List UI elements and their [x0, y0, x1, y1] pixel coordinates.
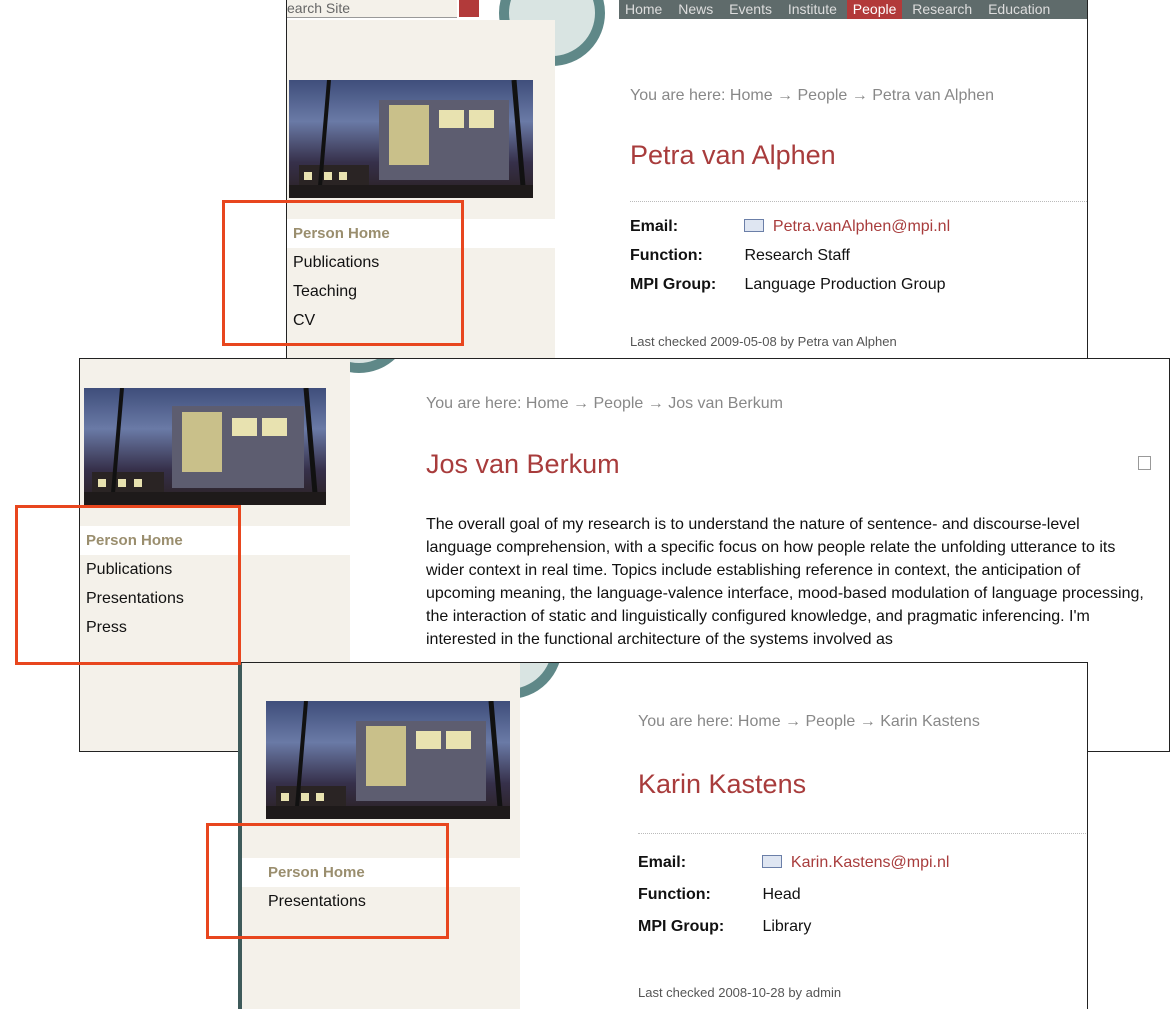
function-label: Function:	[630, 247, 703, 264]
contact-info: Email: Petra.vanAlphen@mpi.nl Function: …	[630, 212, 950, 299]
page-title: Petra van Alphen	[630, 140, 836, 170]
nav-people[interactable]: People	[846, 0, 903, 19]
nav-home[interactable]: Home	[619, 0, 668, 19]
group-label: MPI Group:	[630, 276, 717, 293]
email-row: Email: Karin.Kastens@mpi.nl	[638, 847, 949, 879]
breadcrumb: You are here: Home → People → Petra van …	[630, 87, 995, 104]
breadcrumb: You are here: Home → People → Karin Kast…	[638, 713, 980, 730]
email-label: Email:	[630, 218, 679, 235]
highlight-box-kastens-nav	[206, 823, 449, 939]
highlight-box-berkum-nav	[15, 505, 241, 665]
group-row: MPI Group: Language Production Group	[630, 270, 950, 299]
search-site-input[interactable]: earch Site	[287, 0, 457, 18]
institute-building-photo	[84, 388, 326, 505]
function-value: Head	[762, 886, 801, 903]
group-value: Library	[762, 918, 812, 935]
group-value: Language Production Group	[744, 276, 946, 293]
function-row: Function: Head	[638, 879, 949, 911]
email-label: Email:	[638, 854, 687, 871]
nav-events[interactable]: Events	[723, 0, 778, 19]
divider	[638, 833, 1087, 834]
function-value: Research Staff	[744, 247, 850, 264]
email-row: Email: Petra.vanAlphen@mpi.nl	[630, 212, 950, 241]
email-link[interactable]: Petra.vanAlphen@mpi.nl	[773, 212, 950, 241]
print-icon[interactable]	[1138, 456, 1151, 470]
page-title: Jos van Berkum	[426, 449, 620, 479]
contact-info: Email: Karin.Kastens@mpi.nl Function: He…	[638, 847, 949, 943]
search-button[interactable]	[459, 0, 479, 17]
email-link[interactable]: Karin.Kastens@mpi.nl	[791, 847, 950, 879]
nav-education[interactable]: Education	[982, 0, 1056, 19]
group-label: MPI Group:	[638, 918, 725, 935]
nav-institute[interactable]: Institute	[782, 0, 843, 19]
function-row: Function: Research Staff	[630, 241, 950, 270]
highlight-box-alphen-nav	[222, 200, 464, 346]
group-row: MPI Group: Library	[638, 911, 949, 943]
nav-news[interactable]: News	[672, 0, 719, 19]
institute-building-photo	[289, 80, 533, 198]
breadcrumb: You are here: Home → People → Jos van Be…	[426, 395, 783, 412]
mail-icon	[744, 219, 765, 232]
page-title: Karin Kastens	[638, 769, 807, 799]
last-checked: Last checked 2009-05-08 by Petra van Alp…	[630, 334, 897, 349]
last-checked: Last checked 2008-10-28 by admin	[638, 985, 842, 1000]
nav-research[interactable]: Research	[906, 0, 978, 19]
divider	[630, 201, 1087, 202]
institute-building-photo	[266, 701, 510, 819]
mail-icon	[762, 855, 783, 868]
research-description: The overall goal of my research is to un…	[426, 516, 1144, 648]
top-navigation: Home News Events Institute People Resear…	[619, 0, 1087, 19]
function-label: Function:	[638, 886, 711, 903]
